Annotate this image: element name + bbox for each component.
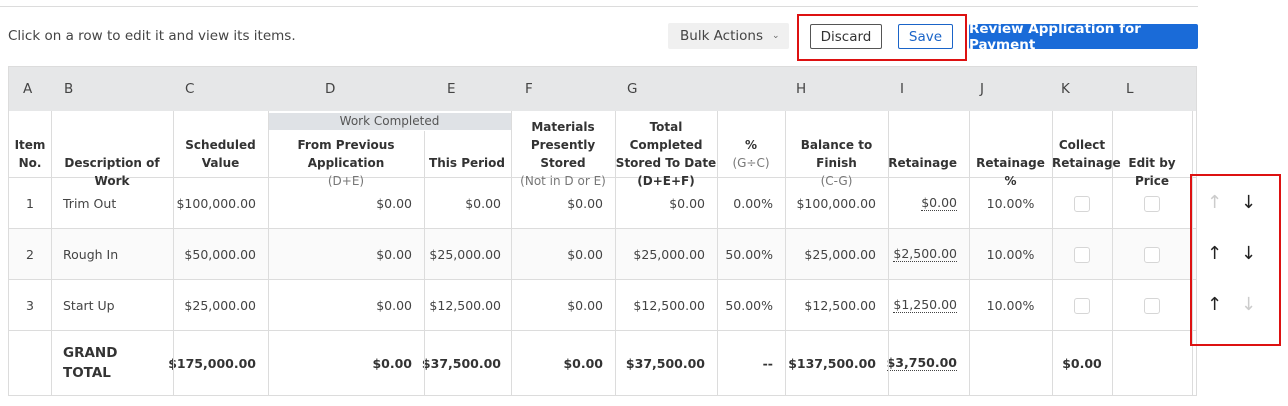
- total-collect: $0.00: [1062, 355, 1102, 371]
- percent-cell: 50.00%: [725, 298, 773, 313]
- total-completed-cell: $12,500.00: [633, 298, 705, 313]
- retainage-pct-cell: 10.00%: [986, 298, 1035, 313]
- balance-cell: $25,000.00: [804, 247, 876, 262]
- top-divider: [0, 6, 1198, 7]
- total-percent: --: [762, 355, 773, 371]
- collect-retainage-checkbox[interactable]: [1074, 195, 1090, 212]
- retainage-pct-cell: 10.00%: [986, 196, 1035, 211]
- total-completed: $37,500.00: [625, 355, 705, 371]
- edit-by-price-checkbox[interactable]: [1144, 195, 1160, 212]
- item-no-cell: 3: [26, 298, 34, 313]
- description-cell: Trim Out: [63, 196, 117, 211]
- col-letter-e: E: [447, 81, 456, 97]
- total-balance: $137,500.00: [788, 355, 876, 371]
- collect-retainage-checkbox[interactable]: [1074, 246, 1090, 263]
- retainage-cell: $1,250.00: [893, 297, 957, 313]
- collect-retainage-cell: [1052, 280, 1112, 331]
- from-previous-cell: $0.00: [376, 298, 412, 313]
- col-letter-c: C: [185, 81, 195, 97]
- percent-cell: 0.00%: [733, 196, 773, 211]
- materials-cell: $0.00: [567, 298, 603, 313]
- col-letter-i: I: [900, 81, 904, 97]
- col-letter-b: B: [64, 81, 74, 97]
- retainage-cell: $0.00: [921, 195, 957, 211]
- grand-total-row: GRAND TOTAL $175,000.00 $0.00 $37,500.00 …: [9, 331, 1196, 395]
- col-letter-j: J: [980, 81, 984, 97]
- col-letter-h: H: [796, 81, 807, 97]
- total-from-previous: $0.00: [372, 355, 412, 371]
- header-retainage: Retainage: [888, 156, 957, 170]
- collect-retainage-checkbox[interactable]: [1074, 297, 1090, 314]
- this-period-cell: $12,500.00: [429, 298, 501, 313]
- description-cell: Rough In: [63, 247, 119, 262]
- collect-retainage-cell: [1052, 229, 1112, 280]
- item-no-cell: 1: [26, 196, 34, 211]
- highlight-box-buttons: [797, 14, 967, 61]
- grand-total-label: GRAND TOTAL: [63, 345, 118, 381]
- col-letter-l: L: [1126, 81, 1134, 97]
- work-completed-group-header: Work Completed: [268, 113, 511, 130]
- total-completed-cell: $0.00: [669, 196, 705, 211]
- header-this-period: This Period: [429, 156, 505, 170]
- balance-cell: $100,000.00: [796, 196, 876, 211]
- total-retainage: $3,750.00: [886, 354, 957, 371]
- header-scheduled-value: Scheduled Value: [185, 138, 256, 170]
- total-completed-cell: $25,000.00: [633, 247, 705, 262]
- scheduled-value-cell: $100,000.00: [176, 196, 256, 211]
- col-letter-f: F: [525, 81, 533, 97]
- bulk-actions-dropdown[interactable]: Bulk Actions ⌄: [668, 23, 789, 49]
- header-percent: % (G÷C): [732, 138, 770, 170]
- this-period-cell: $0.00: [465, 196, 501, 211]
- edit-by-price-cell: [1112, 280, 1192, 331]
- balance-cell: $12,500.00: [804, 298, 876, 313]
- edit-by-price-cell: [1112, 178, 1192, 229]
- total-materials: $0.00: [563, 355, 603, 371]
- col-letter-d: D: [325, 81, 336, 97]
- highlight-box-reorder: [1190, 174, 1281, 346]
- col-letter-g: G: [627, 81, 638, 97]
- table-row[interactable]: 1 Trim Out $100,000.00 $0.00 $0.00 $0.00 $0.00…: [9, 178, 1196, 229]
- header-collect-retainage: Collect Retainage: [1052, 138, 1121, 170]
- materials-cell: $0.00: [567, 247, 603, 262]
- from-previous-cell: $0.00: [376, 196, 412, 211]
- total-scheduled: $175,000.00: [168, 355, 256, 371]
- header-item-no: Item No.: [14, 138, 46, 170]
- collect-retainage-cell: [1052, 178, 1112, 229]
- percent-cell: 50.00%: [725, 247, 773, 262]
- edit-by-price-checkbox[interactable]: [1144, 297, 1160, 314]
- this-period-cell: $25,000.00: [429, 247, 501, 262]
- retainage-cell: $2,500.00: [893, 246, 957, 262]
- instruction-text: Click on a row to edit it and view its i…: [8, 28, 296, 44]
- edit-by-price-checkbox[interactable]: [1144, 246, 1160, 263]
- scheduled-value-cell: $50,000.00: [184, 247, 256, 262]
- column-letters-row: A B C D E F G H I J K L: [9, 67, 1196, 111]
- item-no-cell: 2: [26, 247, 34, 262]
- bulk-actions-label: Bulk Actions: [680, 28, 763, 44]
- edit-by-price-cell: [1112, 229, 1192, 280]
- col-letter-a: A: [23, 81, 33, 97]
- column-header-row: Work Completed Item No. Description of Wo…: [9, 111, 1196, 188]
- col-letter-k: K: [1061, 81, 1070, 97]
- schedule-of-values-table: A B C D E F G H I J K L Work Completed I…: [8, 66, 1197, 396]
- total-this-period: $37,500.00: [421, 355, 501, 371]
- table-row[interactable]: 2 Rough In $50,000.00 $0.00 $25,000.00 $0.00 $…: [9, 229, 1196, 280]
- scheduled-value-cell: $25,000.00: [184, 298, 256, 313]
- retainage-pct-cell: 10.00%: [986, 247, 1035, 262]
- materials-cell: $0.00: [567, 196, 603, 211]
- chevron-down-icon: ⌄: [772, 31, 780, 41]
- description-cell: Start Up: [63, 298, 115, 313]
- table-row[interactable]: 3 Start Up $25,000.00 $0.00 $12,500.00 $0.00 $…: [9, 280, 1196, 331]
- review-application-button[interactable]: Review Application for Payment: [969, 21, 1198, 53]
- from-previous-cell: $0.00: [376, 247, 412, 262]
